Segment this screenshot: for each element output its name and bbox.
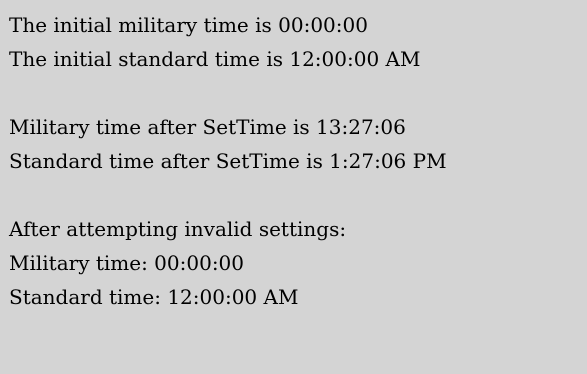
invalid-standard-time-line: Standard time: 12:00:00 AM [9, 285, 299, 309]
initial-military-time-line: The initial military time is 00:00:00 [9, 13, 368, 37]
settime-standard-time-line: Standard time after SetTime is 1:27:06 P… [9, 149, 447, 173]
initial-standard-time-line: The initial standard time is 12:00:00 AM [9, 47, 421, 71]
console-output: The initial military time is 00:00:00 Th… [0, 0, 587, 374]
invalid-settings-header-line: After attempting invalid settings: [9, 217, 347, 241]
invalid-military-time-line: Military time: 00:00:00 [9, 251, 244, 275]
settime-military-time-line: Military time after SetTime is 13:27:06 [9, 115, 406, 139]
